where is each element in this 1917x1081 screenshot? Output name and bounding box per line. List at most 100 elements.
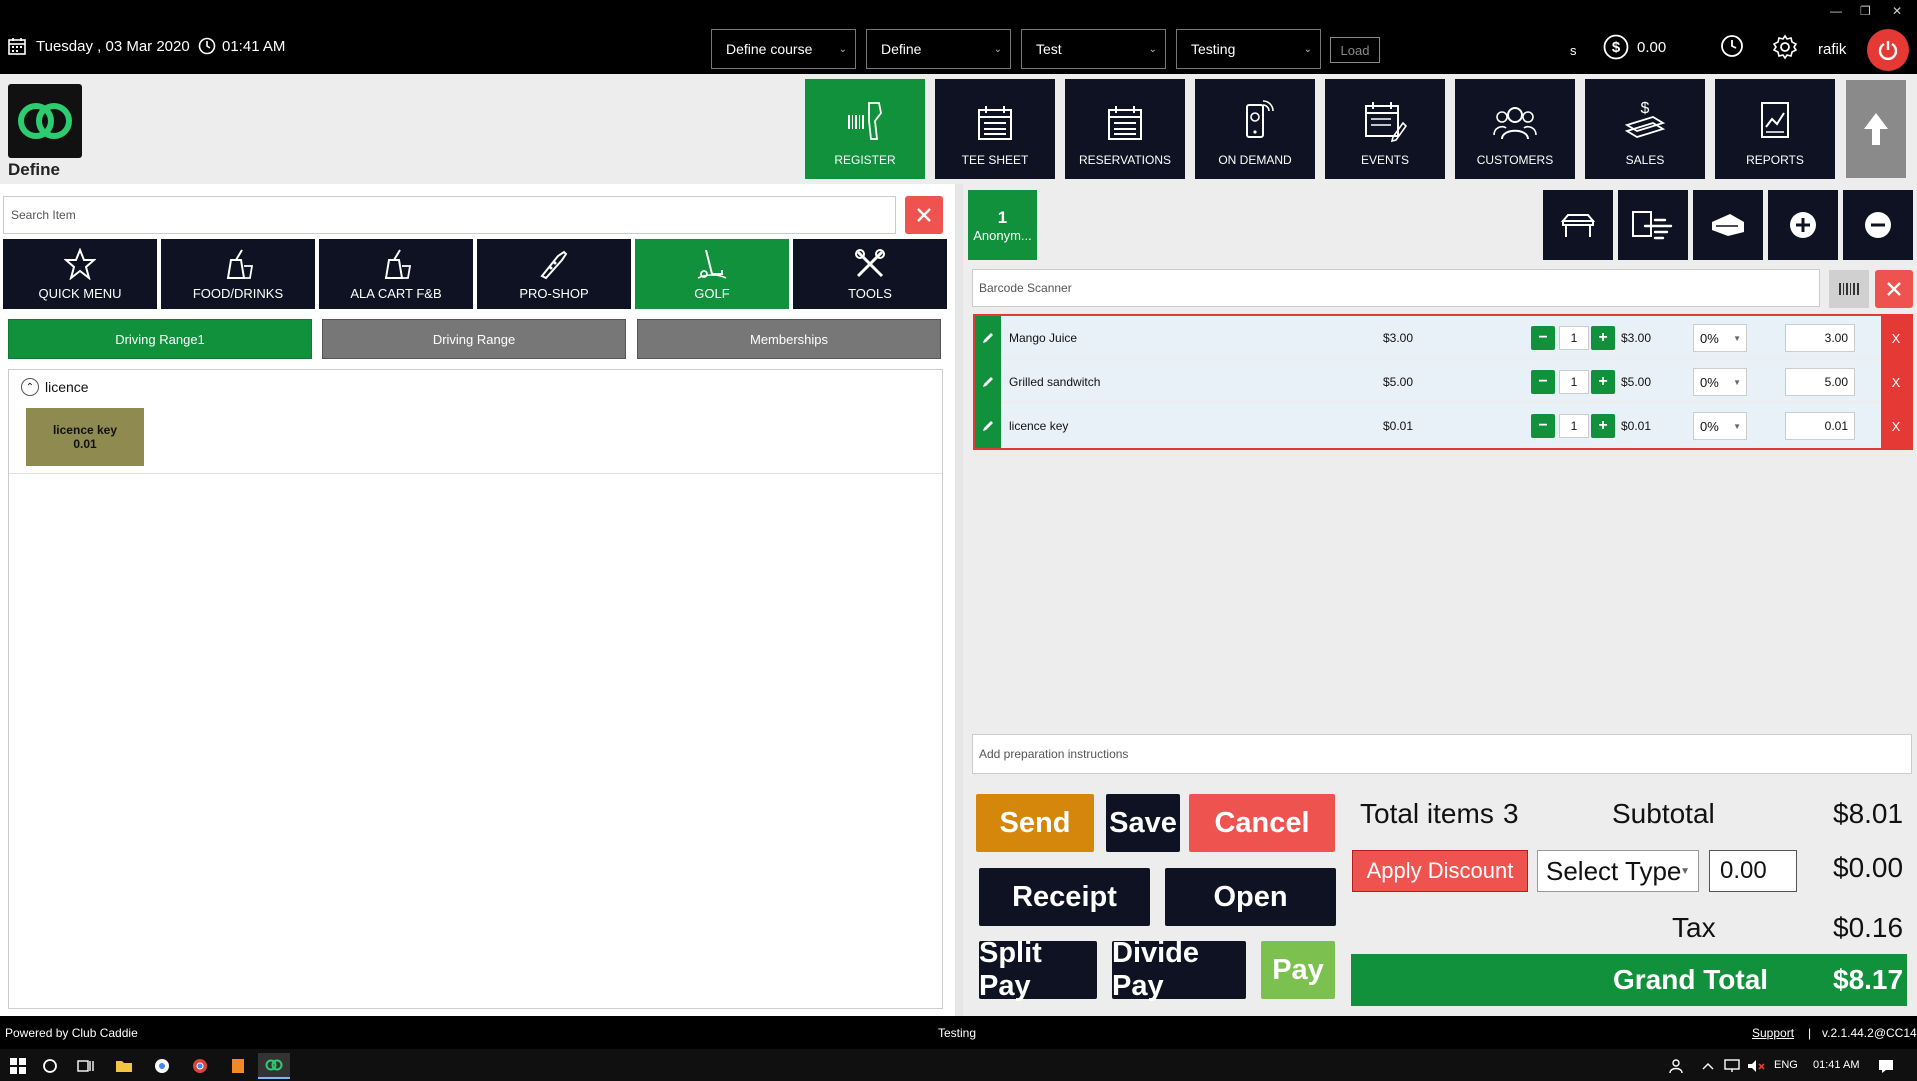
category-tools[interactable]: TOOLS (793, 239, 947, 309)
item-total-field[interactable]: 5.00 (1785, 368, 1855, 396)
remove-item-button[interactable]: X (1881, 404, 1911, 448)
apply-discount-button[interactable]: Apply Discount (1352, 850, 1528, 892)
pane-divider[interactable] (955, 184, 963, 1016)
transfer-button[interactable] (1618, 190, 1688, 260)
split-pay-button[interactable]: Split Pay (979, 937, 1097, 1002)
remove-item-button[interactable]: X (1881, 360, 1911, 404)
chrome-icon[interactable] (184, 1053, 216, 1079)
grand-total-value: $8.17 (1833, 964, 1904, 995)
language-indicator[interactable]: ENG (1774, 1059, 1798, 1071)
nav-on-demand[interactable]: ON DEMAND (1195, 79, 1315, 179)
divide-pay-button[interactable]: Divide Pay (1112, 937, 1246, 1002)
load-button[interactable]: Load (1330, 37, 1380, 63)
club-caddie-taskbar-icon[interactable] (258, 1053, 290, 1079)
item-total-field[interactable]: 0.01 (1785, 412, 1855, 440)
barcode-button[interactable] (1829, 270, 1869, 308)
table-button[interactable] (1543, 190, 1613, 260)
increase-qty-button[interactable]: + (1591, 326, 1615, 350)
define-select[interactable]: Define ⌄ (866, 29, 1011, 69)
hand-button[interactable] (1693, 190, 1763, 260)
nav-reservations[interactable]: RESERVATIONS (1065, 79, 1185, 179)
increase-qty-button[interactable]: + (1591, 414, 1615, 438)
discount-select[interactable]: 0% ▼ (1693, 368, 1747, 396)
edit-item-button[interactable] (975, 360, 1001, 404)
tab-driving-range[interactable]: Driving Range (322, 319, 626, 359)
scroll-up-button[interactable] (1846, 80, 1906, 178)
cancel-button[interactable]: Cancel (1189, 794, 1335, 852)
edit-item-button[interactable] (975, 316, 1001, 360)
footer-separator: | (1808, 1026, 1812, 1040)
browser-icon[interactable] (146, 1053, 178, 1079)
task-view-icon[interactable] (70, 1053, 102, 1079)
pay-button[interactable]: Pay (1261, 941, 1335, 999)
time-display: 01:41 AM (198, 37, 285, 55)
tab-memberships[interactable]: Memberships (637, 319, 941, 359)
chevron-up-icon[interactable]: ⌃ (21, 378, 39, 396)
category-pro-shop[interactable]: PRO-SHOP (477, 239, 631, 309)
nav-events[interactable]: EVENTS (1325, 79, 1445, 179)
discount-select[interactable]: 0% ▼ (1693, 324, 1747, 352)
increase-qty-button[interactable]: + (1591, 370, 1615, 394)
hand-pointer-icon (1632, 211, 1673, 240)
user-name[interactable]: rafik (1818, 41, 1846, 58)
test-select[interactable]: Test ⌄ (1021, 29, 1166, 69)
remove-customer-button[interactable] (1843, 190, 1913, 260)
nav-reports[interactable]: REPORTS (1715, 79, 1835, 179)
edit-item-button[interactable] (975, 404, 1001, 448)
search-circle-icon[interactable] (34, 1053, 66, 1079)
preparation-input[interactable]: Add preparation instructions (972, 734, 1912, 774)
group-divider (9, 473, 942, 474)
category-golf[interactable]: GOLF (635, 239, 789, 309)
pencil-icon (983, 333, 993, 343)
send-button[interactable]: Send (976, 794, 1094, 852)
qty-field[interactable]: 1 (1559, 370, 1589, 394)
decrease-qty-button[interactable]: − (1531, 370, 1555, 394)
receipt-button[interactable]: Receipt (979, 868, 1150, 926)
people-icon[interactable] (1660, 1053, 1692, 1079)
open-button[interactable]: Open (1165, 868, 1336, 926)
power-button[interactable] (1867, 29, 1909, 71)
restore-icon[interactable]: ❐ (1860, 4, 1871, 18)
item-name: licence key (1009, 419, 1069, 433)
remove-item-button[interactable]: X (1881, 316, 1911, 360)
item-tile-licence-key[interactable]: licence key 0.01 (26, 408, 144, 466)
category-food-drinks[interactable]: FOOD/DRINKS (161, 239, 315, 309)
minimize-icon[interactable]: — (1830, 4, 1842, 18)
nav-tee-sheet[interactable]: TEE SHEET (935, 79, 1055, 179)
discount-type-select[interactable]: Select Type ▼ (1537, 850, 1699, 892)
add-customer-button[interactable] (1768, 190, 1838, 260)
nav-register[interactable]: REGISTER (805, 79, 925, 179)
window-close-icon[interactable]: ✕ (1892, 4, 1902, 18)
group-header[interactable]: ⌃ licence (21, 378, 89, 396)
support-link[interactable]: Support (1752, 1026, 1794, 1040)
history-icon[interactable] (1720, 34, 1744, 63)
taskbar-clock[interactable]: 01:41 AM (1813, 1059, 1859, 1071)
star-icon (64, 248, 96, 280)
tab-driving-range1[interactable]: Driving Range1 (8, 319, 312, 359)
notification-icon[interactable] (1870, 1053, 1902, 1079)
save-button[interactable]: Save (1106, 794, 1180, 852)
nav-customers[interactable]: CUSTOMERS (1455, 79, 1575, 179)
qty-field[interactable]: 1 (1559, 326, 1589, 350)
clear-barcode-button[interactable] (1875, 270, 1913, 308)
category-ala-cart[interactable]: ALA CART F&B (319, 239, 473, 309)
nav-sales[interactable]: $ SALES (1585, 79, 1705, 179)
qty-field[interactable]: 1 (1559, 414, 1589, 438)
barcode-input[interactable]: Barcode Scanner (972, 269, 1820, 307)
gear-icon[interactable] (1772, 34, 1798, 65)
discount-value-input[interactable]: 0.00 (1709, 850, 1797, 892)
clear-search-button[interactable] (905, 196, 943, 234)
course-select[interactable]: Define course ⌄ (711, 29, 856, 69)
decrease-qty-button[interactable]: − (1531, 326, 1555, 350)
sublime-icon[interactable] (222, 1053, 254, 1079)
file-explorer-icon[interactable] (108, 1053, 140, 1079)
discount-select[interactable]: 0% ▼ (1693, 412, 1747, 440)
windows-start-icon[interactable] (2, 1053, 34, 1079)
customer-tile[interactable]: 1 Anonym... (968, 190, 1037, 260)
testing-select[interactable]: Testing ⌄ (1176, 29, 1321, 69)
category-quick-menu[interactable]: QUICK MENU (3, 239, 157, 309)
search-input[interactable]: Search Item (3, 196, 896, 234)
volume-muted-icon[interactable] (1740, 1053, 1772, 1079)
decrease-qty-button[interactable]: − (1531, 414, 1555, 438)
item-total-field[interactable]: 3.00 (1785, 324, 1855, 352)
